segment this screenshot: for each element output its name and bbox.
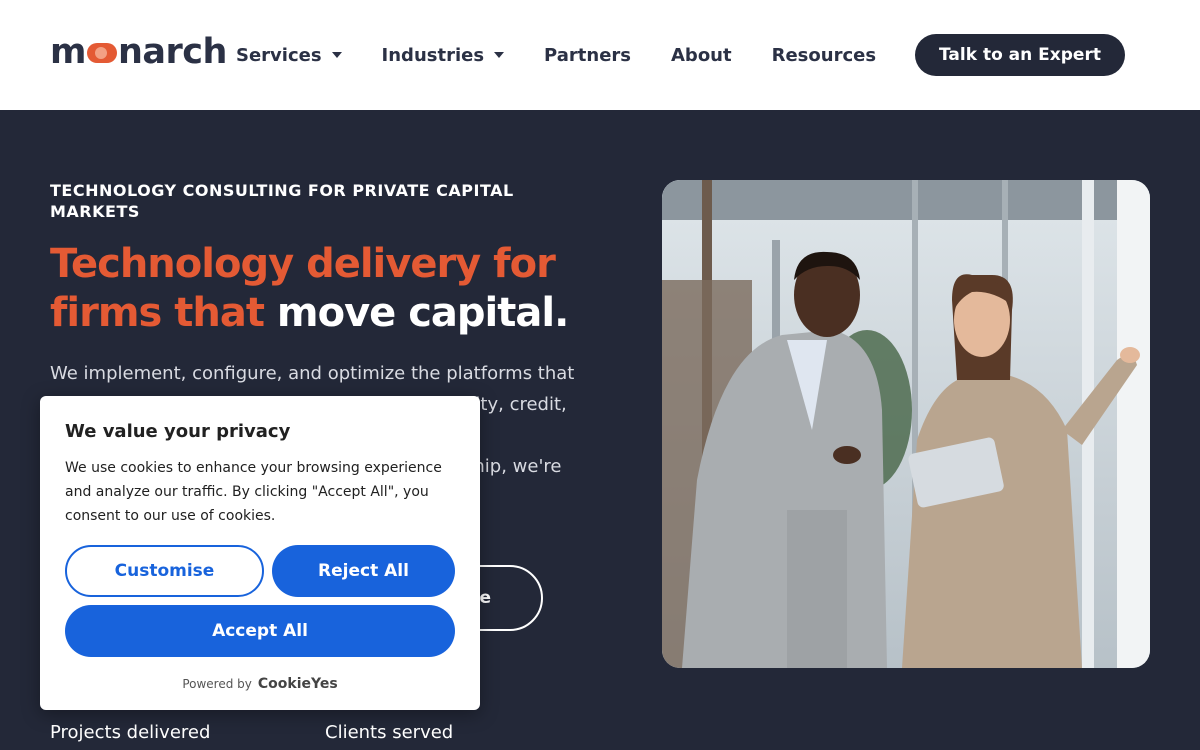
powered-by-label: Powered by: [182, 677, 252, 691]
hero-eyebrow: TECHNOLOGY CONSULTING FOR PRIVATE CAPITA…: [50, 181, 514, 221]
nav-resources-label: Resources: [771, 44, 877, 66]
logo[interactable]: m narch: [50, 32, 227, 72]
hero-headline: Technology delivery for firms that move …: [50, 240, 610, 338]
logo-text: m narch: [50, 32, 227, 72]
hero-body-line: We implement, configure, and optimize th…: [50, 363, 575, 384]
cookie-title: We value your privacy: [65, 421, 291, 442]
nav-industries-label: Industries: [381, 44, 485, 66]
main-nav: Services Industries Partners About Resou…: [236, 40, 876, 70]
powered-by: Powered by CookieYes: [40, 676, 480, 692]
talk-to-expert-button[interactable]: Talk to an Expert: [915, 34, 1125, 76]
chevron-down-icon: [494, 52, 505, 58]
hero-photo-illustration: [662, 180, 1150, 668]
site-header: m narch Services Industries Partners Abou…: [0, 0, 1200, 110]
hero-photo: [662, 180, 1150, 668]
cookie-consent-dialog: We value your privacy We use cookies to …: [40, 396, 480, 710]
nav-resources[interactable]: Resources: [772, 45, 876, 66]
nav-partners[interactable]: Partners: [544, 45, 631, 66]
customise-button[interactable]: Customise: [65, 545, 264, 597]
stat-clients-label: Clients served: [325, 722, 454, 743]
cookie-description: We use cookies to enhance your browsing …: [65, 460, 442, 524]
accept-all-button[interactable]: Accept All: [65, 605, 455, 657]
nav-services[interactable]: Services: [236, 45, 342, 66]
stat-projects-label: Projects delivered: [50, 722, 211, 743]
chevron-down-icon: [331, 52, 342, 58]
nav-about[interactable]: About: [671, 45, 732, 66]
cookieyes-logo[interactable]: CookieYes: [258, 676, 338, 692]
nav-services-label: Services: [236, 44, 322, 66]
headline-plain: move capital.: [276, 290, 569, 336]
reject-all-button[interactable]: Reject All: [272, 545, 455, 597]
nav-partners-label: Partners: [544, 44, 631, 66]
logo-o-mark: [86, 43, 117, 63]
nav-industries[interactable]: Industries: [382, 45, 505, 66]
nav-about-label: About: [671, 44, 732, 66]
